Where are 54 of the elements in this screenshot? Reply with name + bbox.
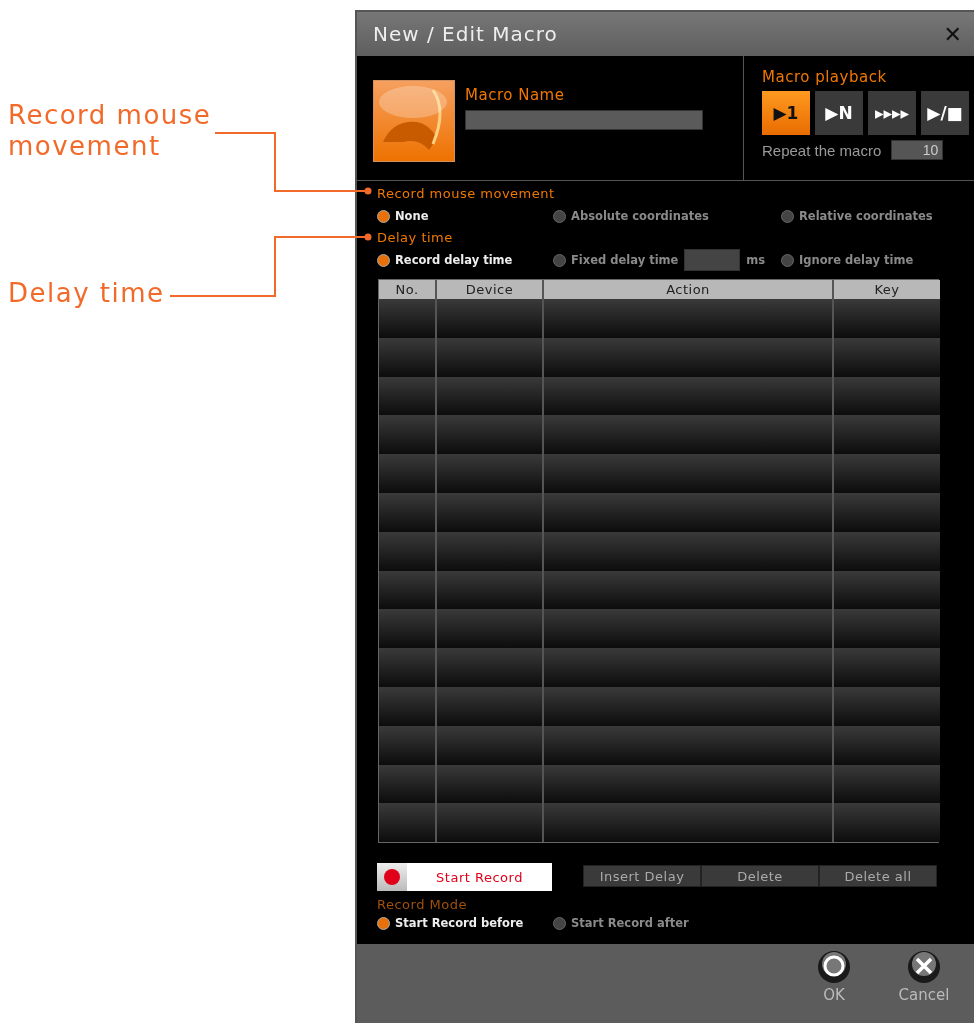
- callout-label: Delay time: [8, 278, 166, 309]
- table-cell: [379, 531, 437, 571]
- table-cell: [379, 648, 437, 687]
- table-cell: [379, 609, 437, 649]
- callout-label: Record mouse movement: [8, 100, 213, 162]
- radio-button[interactable]: Record delay time: [377, 253, 553, 267]
- section-label: Delay time: [377, 229, 454, 247]
- playback-button[interactable]: ▸▸▸▸: [868, 91, 916, 135]
- column-header[interactable]: Action: [544, 280, 834, 299]
- playback-button[interactable]: ▶1: [762, 91, 810, 135]
- emblem-icon: [373, 80, 455, 162]
- section-label: Record mouse movement: [377, 185, 556, 203]
- table-cell: [379, 764, 437, 804]
- section-label: Record Mode: [377, 897, 468, 913]
- radio-button[interactable]: Fixed delay time: [553, 253, 679, 267]
- circle-icon: [817, 950, 851, 985]
- macro-name-field[interactable]: [465, 110, 703, 130]
- action-button[interactable]: Delete all: [819, 865, 937, 888]
- column-header[interactable]: Key: [834, 280, 940, 299]
- radio-button[interactable]: Start Record after: [553, 916, 781, 931]
- playback-button[interactable]: ▶N: [815, 91, 863, 135]
- table-cell: [379, 725, 437, 765]
- radio-button[interactable]: Ignore delay time: [781, 253, 951, 267]
- radio-button[interactable]: Absolute coordinates: [553, 209, 781, 223]
- action-button[interactable]: Insert Delay: [583, 865, 701, 888]
- start-record-button[interactable]: Start Record: [377, 863, 552, 892]
- unit-label: ms: [746, 253, 766, 267]
- action-button[interactable]: Delete: [701, 865, 819, 888]
- delay-field[interactable]: [684, 249, 741, 271]
- table-cell: [379, 299, 437, 338]
- radio-button[interactable]: Relative coordinates: [781, 209, 951, 223]
- cancel-button[interactable]: Cancel: [888, 950, 960, 1023]
- table-cell: [379, 686, 437, 726]
- ok-button[interactable]: OK: [798, 950, 870, 1023]
- record-icon: [384, 869, 400, 886]
- table-cell: [379, 415, 437, 455]
- table-cell: [379, 493, 437, 532]
- table-cell: [379, 454, 437, 493]
- field-label: Repeat the macro: [762, 141, 882, 159]
- field-label: Macro Name: [465, 86, 566, 104]
- radio-button[interactable]: Start Record before: [377, 916, 553, 931]
- column-header[interactable]: Device: [437, 280, 544, 299]
- repeat-field[interactable]: 10: [891, 140, 944, 160]
- table-cell: [379, 337, 437, 377]
- table-cell: [379, 570, 437, 610]
- close-icon: [907, 950, 941, 985]
- table-cell: [379, 376, 437, 416]
- section-label: Macro playback: [762, 68, 888, 86]
- playback-button[interactable]: ▶/■: [921, 91, 969, 135]
- table-cell: [379, 803, 437, 843]
- window-title: New / Edit Macro: [373, 22, 558, 46]
- radio-button[interactable]: None: [377, 209, 553, 223]
- close-button[interactable]: ✕: [939, 21, 966, 47]
- column-header[interactable]: No.: [379, 280, 437, 299]
